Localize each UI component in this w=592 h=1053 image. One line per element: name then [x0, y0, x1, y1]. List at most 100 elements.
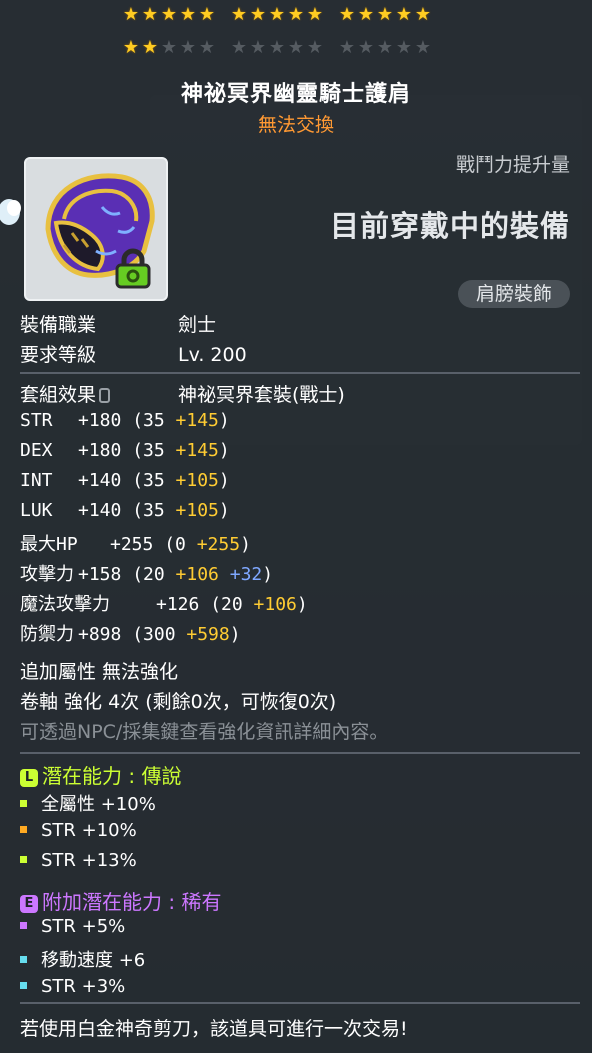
bonus-attr: 追加屬性 無法強化	[20, 661, 179, 683]
potential-line: STR +10%	[20, 820, 137, 841]
star-filled-icon: ★	[287, 4, 305, 25]
divider	[20, 372, 580, 374]
potential-text: STR +5%	[41, 916, 126, 937]
potential-text: 全屬性 +10%	[41, 794, 156, 815]
lock-icon	[115, 248, 151, 289]
stat-name: DEX	[20, 440, 53, 461]
potential-line: 全屬性 +10%	[20, 790, 156, 816]
divider	[20, 752, 580, 754]
set-label-wrap: 套組效果	[20, 380, 178, 407]
star-empty-icon: ★	[268, 37, 286, 58]
star-empty-icon: ★	[338, 37, 356, 58]
stat-bonus: +106	[175, 564, 219, 585]
stat-row: 魔法攻擊力 +126 (20 +106)	[20, 590, 308, 616]
stat-bonus: +598	[186, 624, 230, 645]
potential-text: STR +10%	[41, 820, 137, 841]
bonus-potential-header: E 附加潛在能力 : 稀有	[20, 886, 221, 915]
stat-base: (20	[132, 564, 176, 585]
set-lock-icon	[99, 388, 111, 403]
bonus-potential-label: 附加潛在能力 : 稀有	[42, 890, 222, 914]
stat-row: 最大HP +255 (0 +255)	[20, 530, 251, 556]
stat-close: )	[262, 564, 274, 585]
stat-close: )	[218, 440, 230, 461]
stat-total: +140	[78, 500, 133, 521]
stat-base: (35	[132, 410, 176, 431]
star-filled-icon: ★	[338, 4, 356, 25]
star-filled-icon: ★	[141, 4, 159, 25]
job-value: 劍士	[178, 314, 217, 336]
level-value: Lv. 200	[178, 344, 247, 366]
stat-extra: +32	[218, 564, 263, 585]
stat-row: 攻擊力 +158 (20 +106 +32)	[20, 560, 273, 586]
star-empty-icon: ★	[198, 37, 216, 58]
bullet-icon	[20, 956, 27, 963]
set-value: 神祕冥界套裝(戰士)	[178, 384, 345, 406]
job-row: 裝備職業 劍士	[20, 310, 216, 337]
star-group: ★ ★ ★ ★ ★	[230, 38, 324, 58]
footer-note: 若使用白金神奇剪刀，該道具可進行一次交易!	[20, 1018, 408, 1040]
star-group: ★ ★ ★ ★ ★	[230, 5, 324, 25]
stat-total: +126	[156, 594, 211, 615]
equipped-label: 目前穿戴中的裝備	[329, 209, 570, 243]
star-filled-icon: ★	[376, 4, 394, 25]
stat-base: (20	[210, 594, 254, 615]
star-filled-icon: ★	[198, 4, 216, 25]
stat-close: )	[218, 500, 230, 521]
bullet-icon	[20, 800, 27, 807]
star-group: ★ ★ ★ ★ ★	[338, 5, 432, 25]
power-increase-label: 戰鬥力提升量	[455, 154, 570, 176]
star-filled-icon: ★	[160, 4, 178, 25]
star-filled-icon: ★	[306, 4, 324, 25]
star-filled-icon: ★	[122, 4, 140, 25]
stat-base: (35	[132, 500, 176, 521]
bullet-icon	[20, 922, 27, 929]
stat-close: )	[296, 594, 308, 615]
stat-total: +898	[78, 624, 133, 645]
star-empty-icon: ★	[414, 37, 432, 58]
stat-name: 攻擊力	[20, 564, 74, 585]
potential-text: STR +3%	[41, 976, 126, 997]
stat-name: 防禦力	[20, 624, 74, 645]
potential-label: 潛在能力 : 傳說	[42, 764, 182, 788]
star-empty-icon: ★	[287, 37, 305, 58]
bullet-icon	[20, 982, 27, 989]
level-label: 要求等級	[20, 344, 97, 366]
stat-row: 防禦力 +898 (300 +598)	[20, 620, 241, 646]
item-tooltip: ★ ★ ★ ★ ★ ★ ★ ★ ★ ★ ★ ★ ★ ★ ★ ★ ★ ★ ★ ★ ★ ★ ★ ★ ★ ★ ★ ★ ★ ★ 神祕冥界幽靈騎士…	[0, 0, 592, 1053]
scroll-info: 卷軸 強化 4次 (剩餘0次，可恢復0次)	[20, 691, 337, 713]
stat-base: (300	[132, 624, 187, 645]
potential-line: STR +3%	[20, 976, 125, 997]
stat-bonus: +105	[175, 470, 219, 491]
star-empty-icon: ★	[179, 37, 197, 58]
star-filled-icon: ★	[230, 4, 248, 25]
level-row: 要求等級 Lv. 200	[20, 340, 247, 367]
epic-tag-icon: E	[20, 895, 38, 913]
stat-name: INT	[20, 470, 53, 491]
stat-total: +140	[78, 470, 133, 491]
potential-header: L 潛在能力 : 傳說	[20, 760, 181, 789]
stat-base: (35	[132, 440, 176, 461]
stat-close: )	[218, 470, 230, 491]
star-empty-icon: ★	[376, 37, 394, 58]
stat-total: +158	[78, 564, 133, 585]
cloud-icon	[0, 199, 21, 225]
star-empty-icon: ★	[230, 37, 248, 58]
potential-text: 移動速度 +6	[41, 950, 146, 971]
stat-name: STR	[20, 410, 53, 431]
stat-close: )	[229, 624, 241, 645]
set-row: 套組效果 神祕冥界套裝(戰士)	[20, 380, 345, 407]
star-force-row-2: ★ ★ ★ ★ ★ ★ ★ ★ ★ ★ ★ ★ ★ ★ ★	[122, 38, 482, 58]
star-empty-icon: ★	[160, 37, 178, 58]
star-filled-icon: ★	[395, 4, 413, 25]
set-label: 套組效果	[20, 384, 97, 406]
star-empty-icon: ★	[395, 37, 413, 58]
legendary-tag-icon: L	[20, 769, 38, 787]
stat-bonus: +105	[175, 500, 219, 521]
stat-row: STR +180 (35 +145)	[20, 410, 230, 431]
stat-row: DEX +180 (35 +145)	[20, 440, 230, 461]
star-filled-icon: ★	[268, 4, 286, 25]
stat-total: +180	[78, 410, 133, 431]
stat-bonus: +255	[196, 534, 241, 555]
upgrade-hint: 可透過NPC/採集鍵查看強化資訊詳細內容。	[20, 721, 389, 743]
star-filled-icon: ★	[249, 4, 267, 25]
